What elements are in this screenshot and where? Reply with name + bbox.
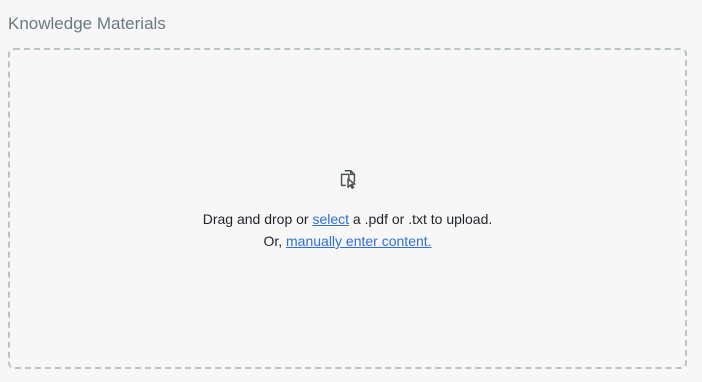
manual-entry-link[interactable]: manually enter content. (286, 233, 432, 249)
upload-instructions: Drag and drop or select a .pdf or .txt t… (10, 210, 685, 228)
manual-text-prefix: Or, (263, 233, 287, 249)
upload-text-prefix: Drag and drop or (202, 211, 313, 227)
section-title: Knowledge Materials (8, 14, 166, 33)
file-dropzone[interactable]: Drag and drop or select a .pdf or .txt t… (8, 48, 687, 369)
manual-entry-instructions: Or, manually enter content. (10, 232, 685, 250)
files-drag-icon (340, 170, 356, 189)
select-file-link[interactable]: select (312, 211, 349, 227)
upload-text-suffix: a .pdf or .txt to upload. (349, 211, 493, 227)
knowledge-materials-section: Knowledge Materials Drag and drop or sel… (0, 0, 702, 382)
